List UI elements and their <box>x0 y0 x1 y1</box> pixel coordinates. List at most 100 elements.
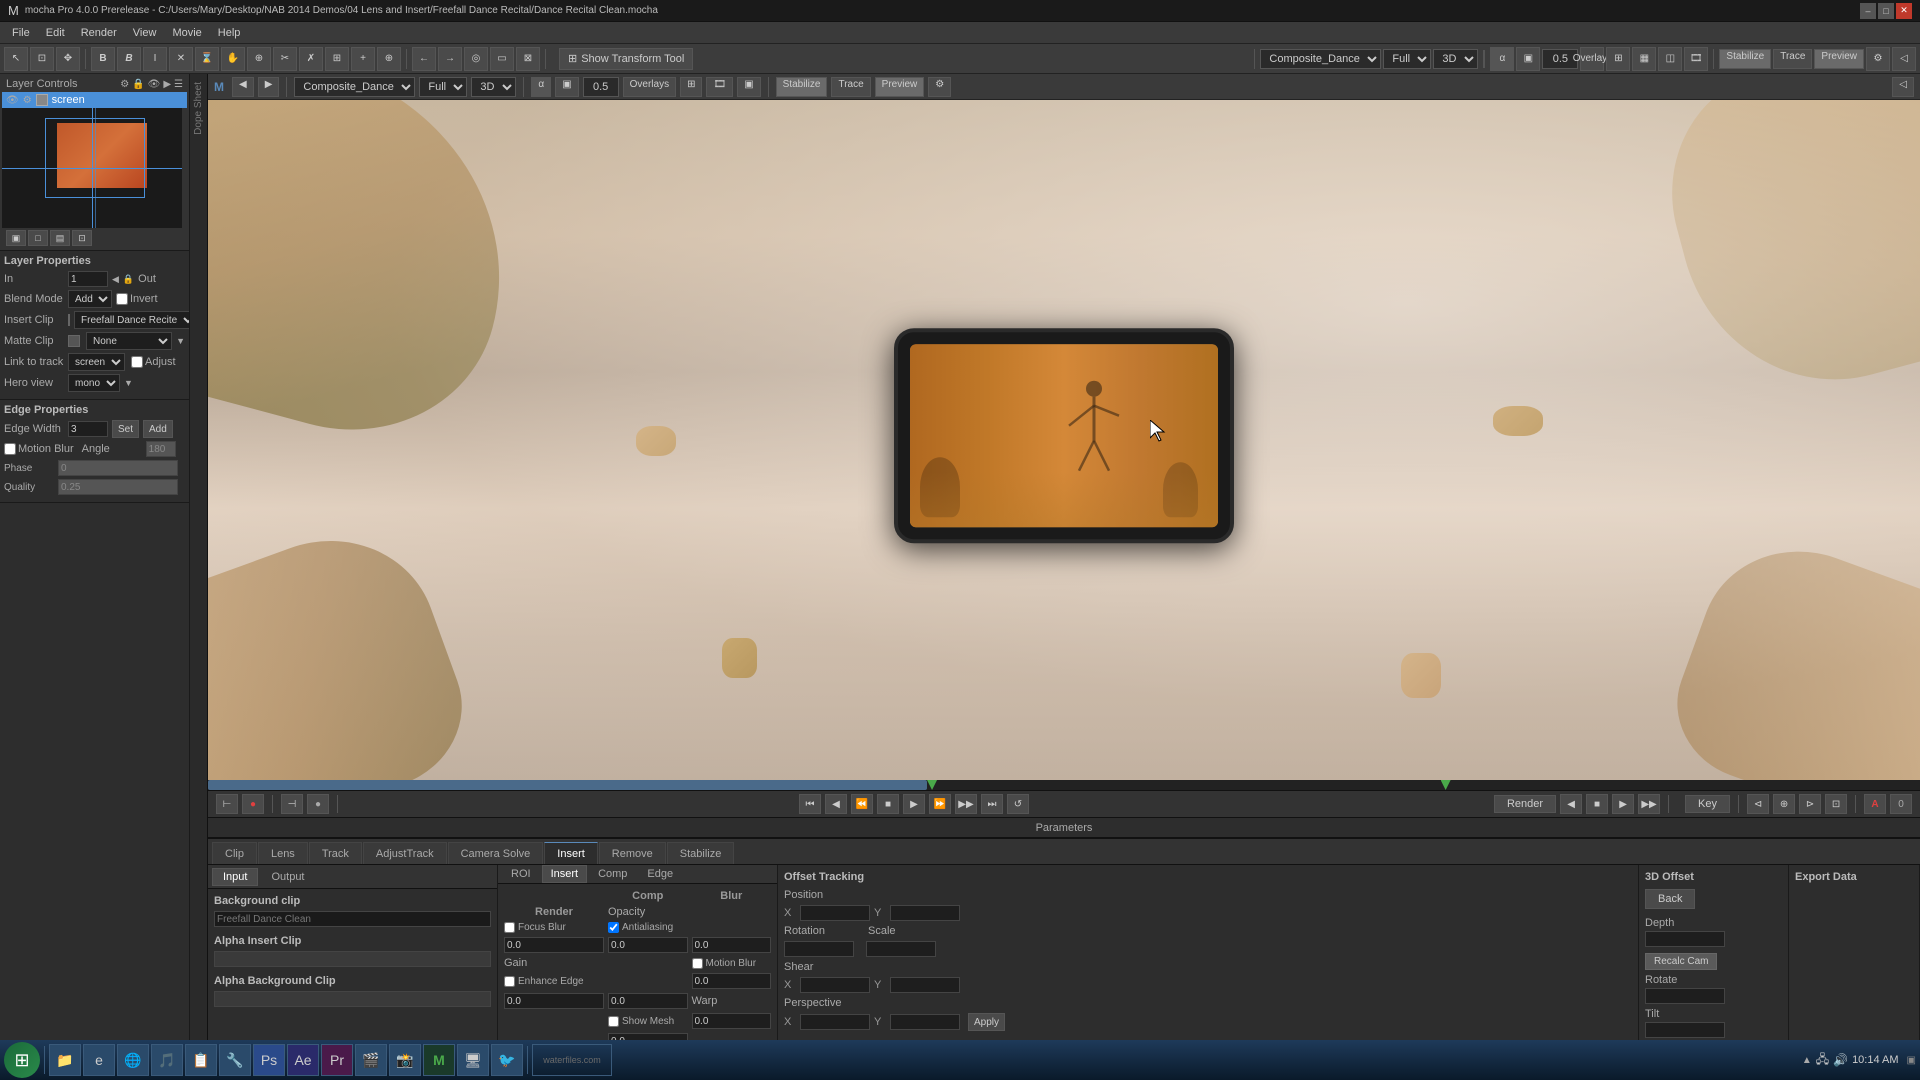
key-button[interactable]: Key <box>1685 795 1730 813</box>
layer-visibility-icon[interactable]: 👁 <box>6 95 19 106</box>
layer-eye-icon[interactable]: 👁 <box>148 79 161 90</box>
taskbar-app6[interactable]: 🐦 <box>491 1044 523 1076</box>
perspective-x-input[interactable] <box>800 1014 870 1030</box>
tab-stabilize[interactable]: Stabilize <box>667 842 735 864</box>
focus-blur-input[interactable] <box>608 937 688 953</box>
film-view-btn[interactable]: 🎞 <box>706 77 733 97</box>
sub-tab-input[interactable]: Input <box>212 868 258 886</box>
keyframe-left-btn[interactable]: ⊲ <box>1747 794 1769 814</box>
edge-add-button[interactable]: Add <box>143 420 173 438</box>
gear-view-btn[interactable]: ⚙ <box>928 77 951 97</box>
collapse-view-btn[interactable]: ◁ <box>1892 77 1914 97</box>
render-play-btn[interactable]: ▶ <box>1612 794 1634 814</box>
taskbar-chrome[interactable]: 🌐 <box>117 1044 149 1076</box>
in-arrow-left[interactable]: ◀ <box>112 274 119 285</box>
3d-view-dropdown[interactable]: 3D <box>471 77 516 97</box>
go-end-btn[interactable]: ⏭ <box>981 794 1003 814</box>
taskbar-ie[interactable]: e <box>83 1044 115 1076</box>
tool-i[interactable]: I <box>143 47 167 71</box>
gear-btn[interactable]: ⚙ <box>1866 47 1890 71</box>
tool-scissors[interactable]: ✂ <box>273 47 297 71</box>
start-button[interactable]: ⊞ <box>4 1042 40 1078</box>
level-btn[interactable]: 0 <box>1890 794 1912 814</box>
in-lock-icon[interactable]: 🔒 <box>123 274 134 285</box>
overlays-view-btn[interactable]: Overlays <box>623 77 676 97</box>
rotate-input[interactable] <box>1645 988 1725 1004</box>
menu-help[interactable]: Help <box>210 25 249 41</box>
full-view-dropdown[interactable]: Full <box>419 77 467 97</box>
lc-btn-3[interactable]: ▤ <box>50 230 70 246</box>
show-mesh-checkbox[interactable] <box>608 1016 619 1027</box>
taskbar-app1[interactable]: 📋 <box>185 1044 217 1076</box>
record2-btn[interactable]: ● <box>307 794 329 814</box>
nav-back-btn[interactable]: ◀ <box>232 77 254 97</box>
composite-dropdown[interactable]: Composite_Dance <box>1260 49 1381 69</box>
taskbar-photoshop[interactable]: Ps <box>253 1044 285 1076</box>
grid-view-btn[interactable]: ⊞ <box>680 77 702 97</box>
tool-move2[interactable]: ⊠ <box>516 47 540 71</box>
tool-select[interactable]: ⊡ <box>30 47 54 71</box>
tilt-input[interactable] <box>1645 1022 1725 1038</box>
tool-plus[interactable]: + <box>351 47 375 71</box>
go-start-btn[interactable]: ⏮ <box>799 794 821 814</box>
grid-btn[interactable]: ⊞ <box>1606 47 1630 71</box>
tool-x3[interactable]: ✗ <box>299 47 323 71</box>
depth-input[interactable] <box>1645 931 1725 947</box>
preview-btn[interactable]: Preview <box>1814 49 1864 69</box>
taskbar-app5[interactable]: 🖥 <box>457 1044 489 1076</box>
render-end-btn[interactable]: ▶▶ <box>1638 794 1660 814</box>
phase-input[interactable] <box>58 460 178 476</box>
menu-render[interactable]: Render <box>73 25 125 41</box>
view-opacity-input[interactable] <box>583 77 619 97</box>
antialiasing-checkbox[interactable] <box>608 922 619 933</box>
render-opacity-input[interactable] <box>692 937 772 953</box>
lc-btn-4[interactable]: ⊡ <box>72 230 92 246</box>
menu-movie[interactable]: Movie <box>164 25 209 41</box>
taskbar-mocha[interactable]: M <box>423 1044 455 1076</box>
play-fwd-btn[interactable]: ▶▶ <box>955 794 977 814</box>
tool-move[interactable]: ✥ <box>56 47 80 71</box>
tool-circle[interactable]: ◎ <box>464 47 488 71</box>
enhance-edge-checkbox[interactable] <box>504 976 515 987</box>
trace-btn[interactable]: Trace <box>1773 49 1812 69</box>
step-back-btn[interactable]: ⏪ <box>851 794 873 814</box>
record-btn[interactable]: ● <box>242 794 264 814</box>
layer-settings-icon[interactable]: ⚙ <box>120 79 129 90</box>
gain-comp-input[interactable] <box>692 973 772 989</box>
position-y-input[interactable] <box>890 905 960 921</box>
maximize-button[interactable]: □ <box>1878 3 1894 19</box>
show-transform-button[interactable]: ⊞ Show Transform Tool <box>559 48 693 70</box>
menu-file[interactable]: File <box>4 25 38 41</box>
layer-settings2-icon[interactable]: ⚙ <box>23 95 32 106</box>
stop-btn[interactable]: ■ <box>877 794 899 814</box>
quality-input[interactable] <box>58 479 178 495</box>
loop-btn[interactable]: ↺ <box>1007 794 1029 814</box>
in-input[interactable] <box>68 271 108 287</box>
tab-lens[interactable]: Lens <box>258 842 308 864</box>
play-back-btn[interactable]: ◀ <box>825 794 847 814</box>
scale-input[interactable] <box>866 941 936 957</box>
keyframe-right-btn[interactable]: ⊳ <box>1799 794 1821 814</box>
tool-hand[interactable]: ✋ <box>221 47 245 71</box>
gain-blur-input[interactable] <box>504 993 604 1009</box>
tab-roi[interactable]: ROI <box>502 865 540 883</box>
grid2-btn[interactable]: ▦ <box>1632 47 1656 71</box>
position-x-input[interactable] <box>800 905 870 921</box>
tool-rect[interactable]: ▭ <box>490 47 514 71</box>
taskbar-sound-icon[interactable]: 🔊 <box>1833 1053 1848 1067</box>
recalc-button[interactable]: Recalc Cam <box>1645 953 1717 970</box>
notification-area[interactable]: ▣ <box>1907 1055 1916 1066</box>
red-record-btn[interactable]: A <box>1864 794 1886 814</box>
menu-edit[interactable]: Edit <box>38 25 73 41</box>
close-button[interactable]: ✕ <box>1896 3 1912 19</box>
sub-tab-output[interactable]: Output <box>260 868 315 886</box>
lc-btn-1[interactable]: ▣ <box>6 230 26 246</box>
composite-view-dropdown[interactable]: Composite_Dance <box>294 77 415 97</box>
lc-btn-2[interactable]: □ <box>28 230 48 246</box>
tab-insert-sub[interactable]: Insert <box>542 865 588 883</box>
apply-button[interactable]: Apply <box>968 1013 1005 1031</box>
taskbar-pr[interactable]: Pr <box>321 1044 353 1076</box>
motion-blur2-checkbox[interactable] <box>692 958 703 969</box>
rgb-btn[interactable]: ▣ <box>1516 47 1540 71</box>
tab-remove[interactable]: Remove <box>599 842 666 864</box>
